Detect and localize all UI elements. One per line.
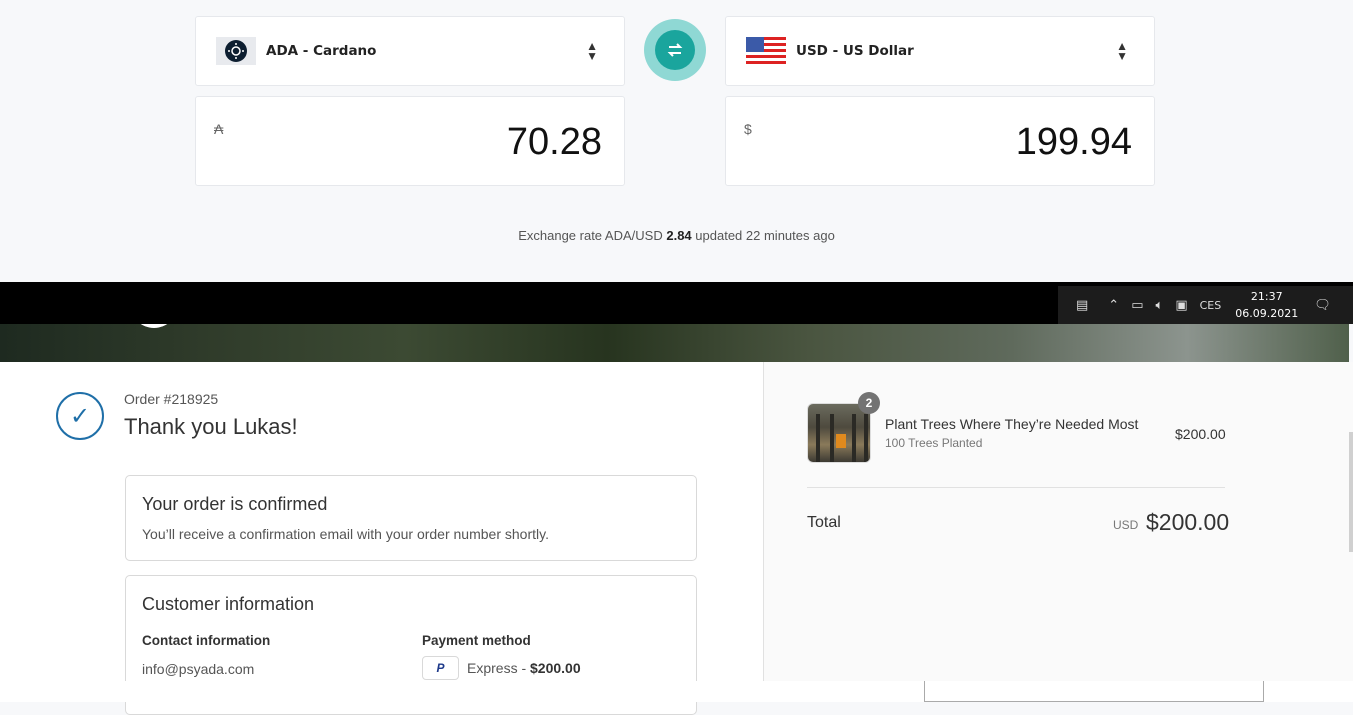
payment-type: Express - [467, 660, 531, 676]
to-currency-label: USD - US Dollar [796, 43, 914, 59]
product-price: $200.00 [1175, 426, 1226, 442]
battery-icon[interactable]: ▭ [1131, 298, 1143, 313]
thank-you-heading: Thank you Lukas! [124, 414, 298, 439]
chevron-up-icon[interactable]: ⌃ [1108, 298, 1119, 313]
rate-prefix: Exchange rate ADA/USD [518, 228, 663, 243]
total-currency: USD [1113, 518, 1139, 532]
volume-icon[interactable]: 🔈︎ [1156, 298, 1164, 313]
swap-button[interactable] [644, 19, 706, 81]
scrollbar[interactable] [1349, 362, 1353, 681]
clock-date: 06.09.2021 [1235, 307, 1299, 320]
scrollbar-thumb[interactable] [1349, 432, 1353, 552]
from-amount-value: 70.28 [506, 121, 602, 163]
to-currency-select[interactable]: USD - US Dollar ▲ ▼ [725, 16, 1155, 86]
product-name: Plant Trees Where They’re Needed Most [885, 416, 1139, 432]
payment-method-label: Payment method [422, 633, 531, 648]
rate-suffix: updated 22 minutes ago [695, 228, 835, 243]
select-arrows-icon: ▲ ▼ [586, 39, 598, 63]
payment-amount: $200.00 [530, 660, 581, 676]
confirmed-title: Your order is confirmed [142, 494, 328, 514]
forest-banner [0, 324, 1349, 362]
language-indicator[interactable]: CES [1200, 299, 1222, 312]
textarea-field[interactable] [924, 681, 1264, 702]
swap-icon [655, 30, 695, 70]
system-tray: ▤ ⌃ ▭ 🔈︎ ▣ CES 21:37 06.09.2021 🗨︎ [1058, 286, 1353, 324]
from-amount-field[interactable]: ₳ 70.28 [195, 96, 625, 186]
cardano-icon [216, 37, 256, 65]
network-icon[interactable]: ▣ [1175, 298, 1187, 313]
select-arrows-icon: ▲ ▼ [1116, 39, 1128, 63]
total-value: $200.00 [1146, 509, 1230, 535]
to-amount-field[interactable]: $ 199.94 [725, 96, 1155, 186]
product-variant: 100 Trees Planted [885, 436, 983, 450]
clock[interactable]: 21:37 06.09.2021 [1235, 288, 1298, 322]
confirmed-text: You’ll receive a confirmation email with… [142, 526, 549, 542]
check-icon: ✓ [56, 392, 104, 440]
from-currency-select[interactable]: ADA - Cardano ▲ ▼ [195, 16, 625, 86]
total-label: Total [807, 514, 841, 531]
summary-divider [807, 487, 1225, 488]
quantity-badge: 2 [858, 392, 880, 414]
taskbar: ▤ ⌃ ▭ 🔈︎ ▣ CES 21:37 06.09.2021 🗨︎ [0, 282, 1353, 324]
order-confirmed-box: Your order is confirmed You’ll receive a… [125, 475, 697, 561]
paypal-icon: P [422, 656, 459, 680]
currency-converter: ADA - Cardano ▲ ▼ USD - US Dollar ▲ ▼ ₳ 70… [0, 0, 1353, 282]
usd-symbol: $ [744, 121, 752, 137]
order-number: Order #218925 [124, 391, 219, 407]
us-flag-icon [746, 37, 786, 65]
contact-email: info@psyada.com [142, 661, 255, 677]
contact-info-label: Contact information [142, 633, 271, 648]
news-icon[interactable]: ▤ [1076, 298, 1088, 313]
payment-method-value: Express - $200.00 [467, 660, 581, 676]
exchange-rate-text: Exchange rate ADA/USD 2.84 updated 22 mi… [0, 228, 1353, 243]
to-amount-value: 199.94 [1015, 121, 1132, 163]
customer-info-title: Customer information [142, 594, 315, 614]
notification-icon[interactable]: 🗨︎ [1314, 298, 1331, 313]
clock-time: 21:37 [1250, 290, 1283, 303]
rate-value: 2.84 [666, 228, 692, 243]
from-currency-label: ADA - Cardano [266, 43, 377, 59]
logo-circle [130, 324, 178, 328]
ada-symbol: ₳ [214, 121, 224, 137]
product-thumbnail [807, 403, 871, 463]
